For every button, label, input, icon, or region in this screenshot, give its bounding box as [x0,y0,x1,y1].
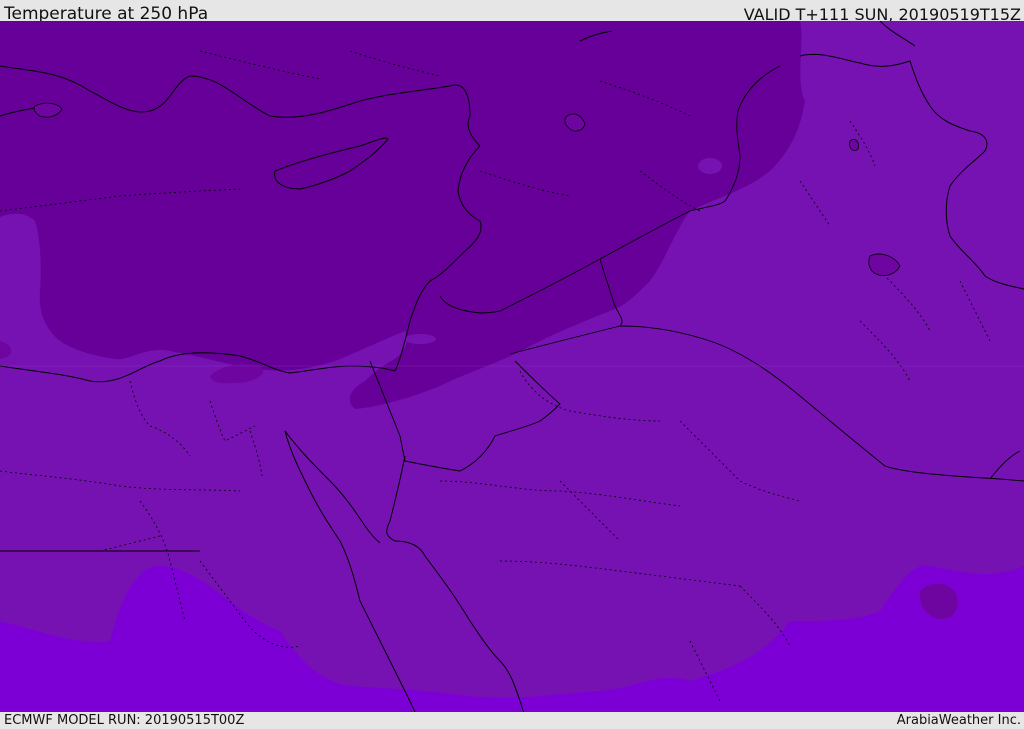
model-run-label: ECMWF MODEL RUN: 20190515T00Z [4,713,245,728]
credit-label: ArabiaWeather Inc. [896,713,1021,728]
map-canvas [0,21,1024,712]
temperature-field-light-patch [404,334,436,344]
temperature-map[interactable] [0,21,1024,712]
footer-bar: ECMWF MODEL RUN: 20190515T00Z ArabiaWeat… [0,712,1024,729]
map-viewer: Temperature at 250 hPa VALID T+111 SUN, … [0,0,1024,729]
temperature-field-light-patch [698,158,722,174]
header-bar: Temperature at 250 hPa VALID T+111 SUN, … [0,0,1024,24]
